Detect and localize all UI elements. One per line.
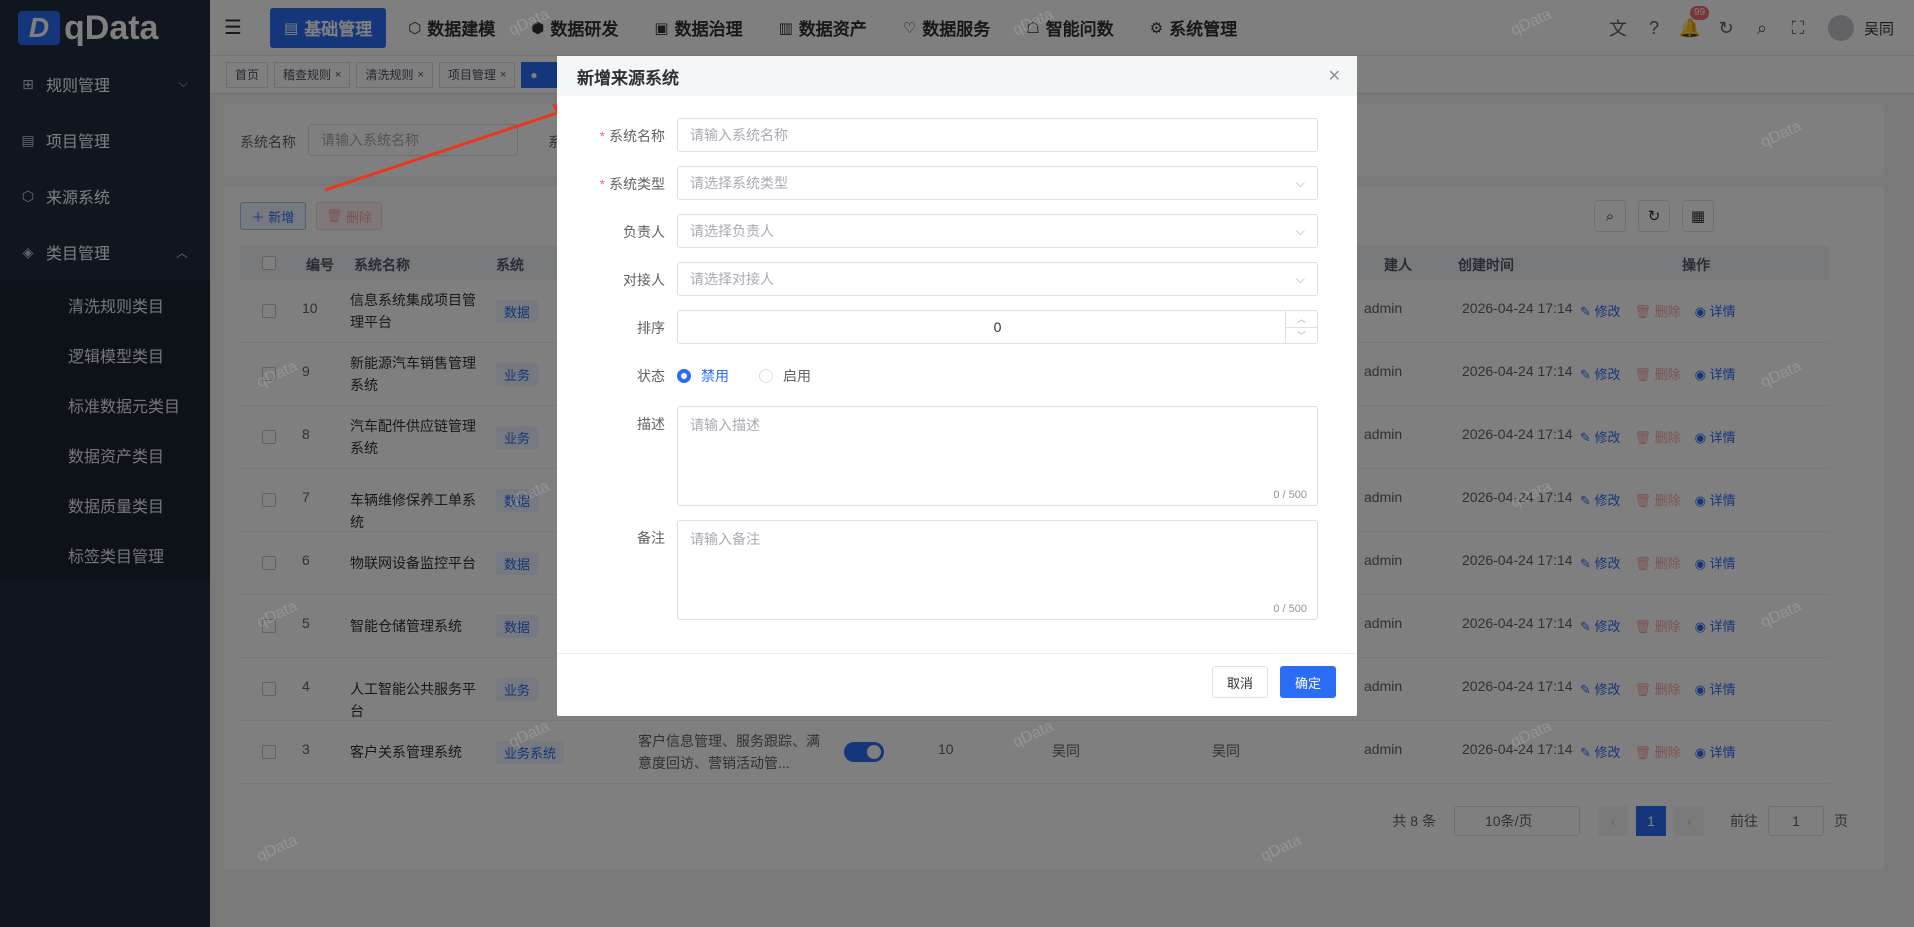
confirm-button[interactable]: 确定 [1280,666,1336,698]
field-label-remark: 备注 [637,530,665,546]
system-type-select[interactable]: 请选择系统类型 ⌵ [677,166,1318,200]
field-label-sort: 排序 [637,320,665,336]
chevron-down-icon: ⌵ [1295,176,1305,190]
field-label-desc: 描述 [637,416,665,432]
dialog-title: 新增来源系统 [577,68,679,88]
decrease-icon[interactable]: ﹀ [1286,327,1317,343]
char-count: 0 / 500 [1273,603,1307,615]
select-placeholder: 请选择对接人 [690,271,774,287]
select-placeholder: 请选择负责人 [690,223,774,239]
status-radio-disabled[interactable]: 禁用 [677,366,729,386]
field-label-status: 状态 [637,368,665,384]
radio-label: 启用 [783,368,811,384]
contact-select[interactable]: 请选择对接人 ⌵ [677,262,1318,296]
chevron-down-icon: ⌵ [1295,272,1305,286]
system-name-input[interactable]: 请输入系统名称 [677,118,1318,152]
increase-icon[interactable]: ︿ [1286,311,1317,327]
textarea-placeholder: 请输入描述 [690,417,760,433]
radio-unchecked-icon [759,369,773,383]
sort-value: 0 [993,319,1002,335]
arrow-line [324,110,561,192]
field-label-contact: 对接人 [623,272,665,288]
dialog-footer-divider [557,653,1357,654]
sort-stepper: ︿ ﹀ [1285,311,1317,343]
required-mark: * [599,128,605,144]
label-text: 系统名称 [609,128,665,144]
field-label-owner: 负责人 [623,224,665,240]
status-radio-enabled[interactable]: 启用 [759,366,811,386]
close-icon[interactable]: ✕ [1328,66,1341,86]
radio-label: 禁用 [701,368,729,384]
radio-checked-icon [677,369,691,383]
label-text: 系统类型 [609,176,665,192]
char-count: 0 / 500 [1273,489,1307,501]
dialog-header: 新增来源系统 ✕ [557,56,1357,96]
required-mark: * [599,176,605,192]
description-textarea[interactable]: 请输入描述 0 / 500 [677,406,1318,506]
sort-number-input[interactable]: 0 ︿ ﹀ [677,310,1318,344]
textarea-placeholder: 请输入备注 [690,531,760,547]
field-label-type: * 系统类型 [557,174,665,194]
remark-textarea[interactable]: 请输入备注 0 / 500 [677,520,1318,620]
chevron-down-icon: ⌵ [1295,224,1305,238]
add-source-system-dialog: 新增来源系统 ✕ * 系统名称 请输入系统名称 * 系统类型 请选择系统类型 ⌵ 负责… [557,56,1357,716]
field-label-name: * 系统名称 [557,126,665,146]
select-placeholder: 请选择系统类型 [690,175,788,191]
cancel-button[interactable]: 取消 [1212,666,1268,698]
owner-select[interactable]: 请选择负责人 ⌵ [677,214,1318,248]
